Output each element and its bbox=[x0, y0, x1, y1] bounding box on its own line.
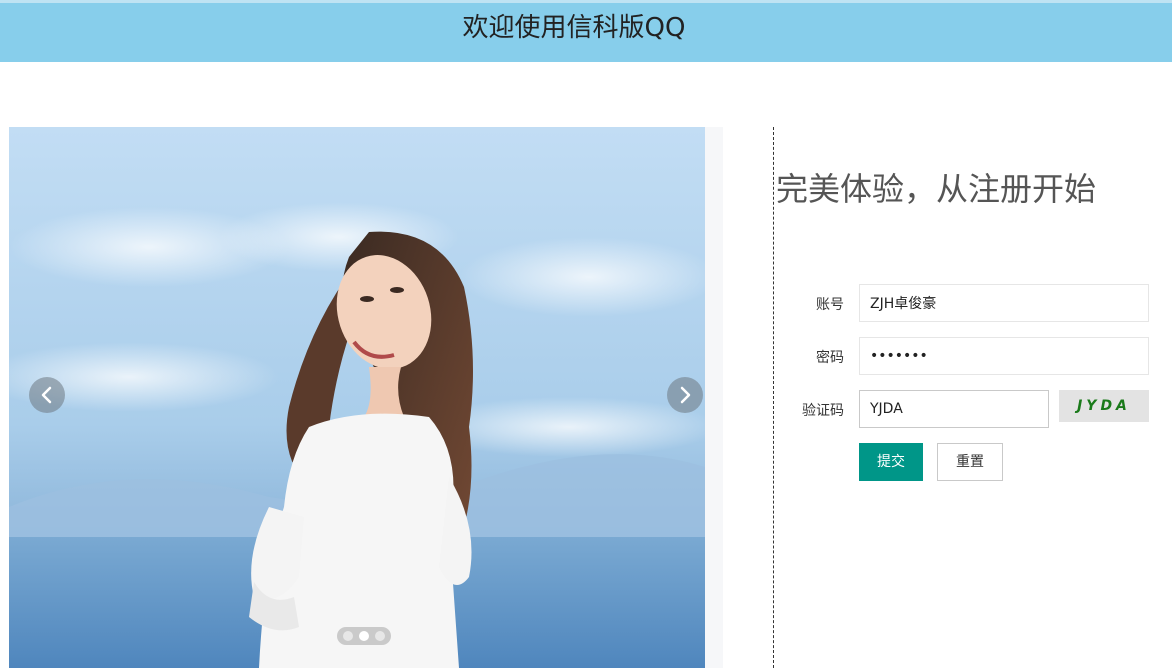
submit-button[interactable]: 提交 bbox=[859, 443, 923, 481]
captcha-image[interactable]: JYDA bbox=[1059, 390, 1149, 422]
password-input[interactable] bbox=[859, 337, 1149, 375]
register-heading: 完美体验，从注册开始 bbox=[776, 170, 1097, 208]
carousel-dot-2[interactable] bbox=[359, 631, 369, 641]
carousel-dot-3[interactable] bbox=[375, 631, 385, 641]
reset-button[interactable]: 重置 bbox=[937, 443, 1003, 481]
password-label: 密码 bbox=[816, 350, 844, 366]
carousel-next-button[interactable] bbox=[667, 377, 703, 413]
account-label: 账号 bbox=[816, 297, 844, 313]
carousel-image bbox=[9, 127, 705, 668]
account-input[interactable] bbox=[859, 284, 1149, 322]
page-title: 欢迎使用信科版QQ bbox=[462, 13, 686, 43]
carousel-indicators bbox=[337, 627, 391, 645]
section-divider bbox=[773, 127, 774, 668]
carousel-dot-1[interactable] bbox=[343, 631, 353, 641]
image-carousel[interactable] bbox=[9, 127, 723, 668]
captcha-input[interactable] bbox=[859, 390, 1049, 428]
chevron-left-icon bbox=[41, 386, 52, 404]
captcha-label: 验证码 bbox=[802, 403, 844, 419]
carousel-prev-button[interactable] bbox=[29, 377, 65, 413]
page-header: 欢迎使用信科版QQ bbox=[0, 0, 1172, 62]
chevron-right-icon bbox=[680, 386, 691, 404]
